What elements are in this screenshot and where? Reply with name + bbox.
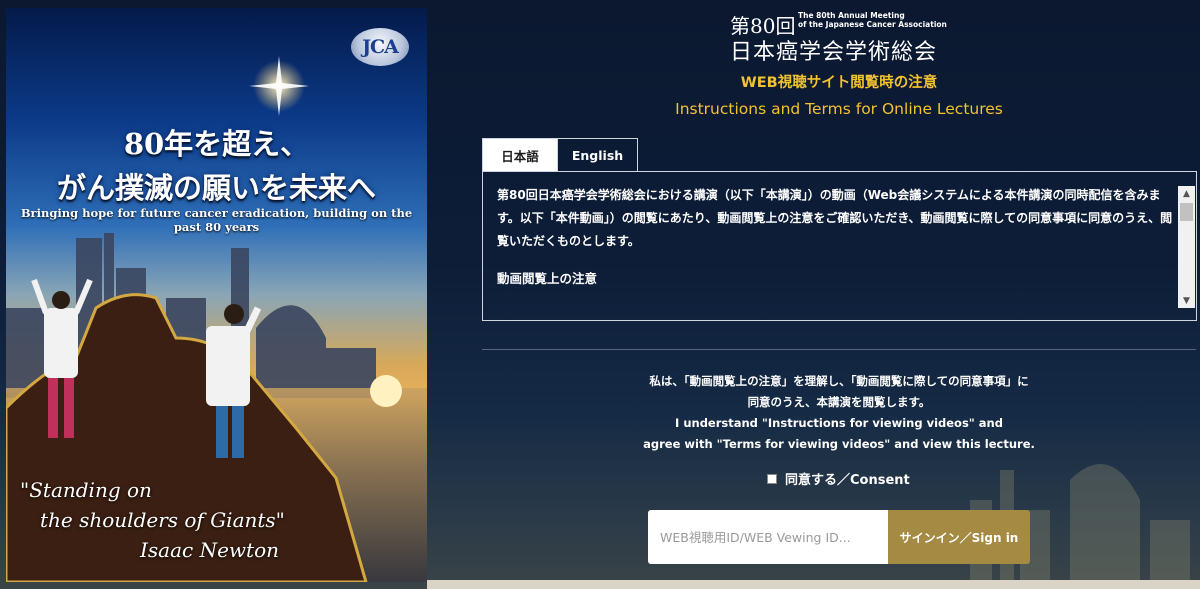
meeting-name-en-line2: of the Japanese Cancer Association <box>798 20 947 29</box>
terms-scrollbar[interactable]: ▲ ▼ <box>1178 186 1195 308</box>
consent-line3: I understand "Instructions for viewing v… <box>675 416 1003 430</box>
consent-checkbox-row[interactable]: 同意する／Consent <box>767 469 910 488</box>
consent-line1: 私は、「動画閲覧上の注意」を理解し、「動画閲覧に際しての同意事項」に <box>649 374 1029 388</box>
consent-checkbox-label[interactable]: 同意する／Consent <box>785 469 910 488</box>
page-title-jp: WEB視聴サイト閲覧時の注意 <box>740 75 938 91</box>
scroll-up-icon[interactable]: ▲ <box>1178 186 1195 201</box>
terms-panel[interactable]: 第80回日本癌学会学術総会における講演（以下「本講演」）の動画（Web会議システ… <box>482 171 1197 321</box>
poster-quote-author: Isaac Newton <box>140 538 279 562</box>
poster-quote-line2: the shoulders of Giants" <box>40 508 285 532</box>
meeting-name-en: The 80th Annual Meeting of the Japanese … <box>798 11 947 29</box>
signin-button[interactable]: サインイン／Sign in <box>888 510 1030 564</box>
login-form: サインイン／Sign in <box>648 510 1030 564</box>
scroll-down-icon[interactable]: ▼ <box>1178 293 1195 308</box>
poster-quote-line1: "Standing on <box>20 478 152 502</box>
consent-checkbox[interactable] <box>767 473 777 484</box>
tab-english[interactable]: English <box>558 138 638 172</box>
divider <box>482 349 1196 350</box>
poster-headline-line2: がん撲滅の願いを未来へ <box>56 171 376 205</box>
scroll-thumb[interactable] <box>1180 203 1193 221</box>
poster-headline-line1: 80年を超え、 <box>123 127 310 161</box>
viewing-id-input[interactable] <box>648 510 888 564</box>
meeting-name-en-line1: The 80th Annual Meeting <box>798 11 905 20</box>
consent-line2: 同意のうえ、本講演を閲覧します。 <box>747 395 931 409</box>
terms-paragraph: 第80回日本癌学会学術総会における講演（以下「本講演」）の動画（Web会議システ… <box>497 188 1173 248</box>
jca-logo: JCA <box>351 28 409 66</box>
poster-subtitle: Bringing hope for future cancer eradicat… <box>20 206 413 234</box>
page-title-en: Instructions and Terms for Online Lectur… <box>675 100 1003 118</box>
language-tabs: 日本語 English <box>482 138 638 172</box>
event-poster: JCA 80年を超え、 がん撲滅の願いを未来へ Bringing hope fo… <box>6 8 427 582</box>
meeting-logo: 第80回 The 80th Annual Meeting of the Japa… <box>730 8 970 65</box>
footer-strip <box>427 580 1200 589</box>
tab-japanese[interactable]: 日本語 <box>482 138 558 172</box>
terms-heading: 動画閲覧上の注意 <box>497 271 598 286</box>
meeting-name-jp: 日本癌学会学術総会 <box>730 40 938 65</box>
